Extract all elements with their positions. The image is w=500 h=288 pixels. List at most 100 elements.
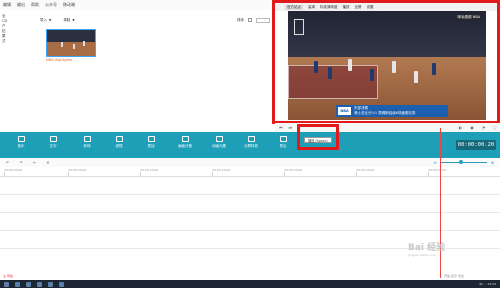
tool-filter[interactable]: 滤镜 [104,136,134,149]
thumbnail-player [73,44,75,49]
cut-icon[interactable]: ✂ [33,160,36,165]
preview-controls-right: ◐ ◉ ◔ ⛶ [459,125,496,130]
split-screen-icon [181,136,189,142]
import-label: 导入 [40,17,47,22]
start-icon[interactable] [4,281,9,287]
export-icon [279,136,287,142]
fullscreen-icon[interactable]: ⛶ [493,125,496,130]
os-taskbar: 中 ⋯ 13:20 [0,280,500,288]
menu-bar: 编辑 输出 帮助 公众号 移动端 [0,0,270,10]
tool-label: 叠加 [147,144,155,148]
menu-edit[interactable]: 编辑 [3,2,11,8]
effect-icon [247,136,255,142]
redo-icon[interactable]: ↷ [19,160,22,165]
text-icon [49,136,57,142]
edit-toolbar: 音乐 文字 转场 滤镜 叠加 画面分割 动画元素 分屏特效 导出 [0,132,500,158]
zoom-slider-knob[interactable] [458,160,463,164]
preview-highlight-frame [272,0,500,124]
ruler-tick: 00:00:15.00 [212,168,231,176]
prev-frame-icon[interactable]: ⏮ [279,125,283,130]
tool-label: 导出 [279,144,287,148]
thumbnail-name: NBA Highlights [46,58,73,62]
zoom-controls: ⊖ ⊕ [433,160,500,165]
timeline-track[interactable] [0,177,500,195]
filter-icon [115,136,123,142]
timeline-track[interactable] [0,195,500,213]
watermark-url: jingyan.baidu.com [408,253,436,257]
watermark-brand: Bai 经验 [408,243,446,253]
thumbnail-player [61,42,63,47]
media-toolbar: 导入 ▼ 录制 ▼ 排序 [40,16,270,24]
media-thumbnail[interactable] [46,29,96,57]
ruler-tick: 00:00:05.00 [68,168,87,176]
menu-help[interactable]: 帮助 [31,2,39,8]
volume-icon[interactable]: ◔ [482,125,486,130]
ruler-tick: 00:00:30.00 [428,168,447,176]
media-toolbar-right: 排序 [237,17,270,23]
overlay-icon [147,136,155,142]
menu-output[interactable]: 输出 [17,2,25,8]
mic-icon[interactable]: ◐ [459,125,463,130]
thumbnail-crowd [47,30,95,42]
import-dropdown[interactable]: 导入 ▼ [40,18,51,23]
timecode-display: 00:00:00.20 [456,140,496,150]
menu-official-account[interactable]: 公众号 [45,2,57,8]
media-sidebar: 全 CD 户 贴 果 式 [0,14,14,54]
ruler-tick: 00:00:25.00 [356,168,375,176]
tool-label: 画面分割 [178,144,192,148]
tool-effect[interactable]: 分屏特效 [236,136,266,149]
tool-music[interactable]: 音乐 [6,136,36,149]
next-frame-icon[interactable]: ⏭ [289,125,293,130]
music-icon [17,136,25,142]
undo-icon[interactable]: ↶ [6,160,9,165]
tool-overlay[interactable]: 叠加 [136,136,166,149]
zoom-slider[interactable] [440,160,487,164]
tool-export[interactable]: 导出 [268,136,298,149]
timeline-toolbar: ↶ ↷ ✂ ✕ ⊖ ⊕ [0,158,500,167]
taskbar-app-icon[interactable] [37,281,42,287]
tool-label: 动画元素 [212,144,226,148]
record-label: 录制 [63,17,71,22]
tool-split-screen[interactable]: 画面分割 [170,136,200,149]
record-dropdown[interactable]: 录制 ▼ [63,18,74,23]
timeline-ruler[interactable]: 00:00:00.00 00:00:05.00 00:00:10.00 00:0… [0,167,500,177]
tool-label: 滤镜 [115,144,123,148]
thumbnail-player [83,41,85,46]
tool-label: 转场 [83,144,91,148]
taskbar-app-icon[interactable] [26,281,31,287]
timeline-track[interactable] [0,213,500,231]
transition-icon [83,136,91,142]
tool-animation[interactable]: 动画元素 [204,136,234,149]
play-button-highlight [297,124,339,150]
ruler-tick: 00:00:00.00 [4,168,23,176]
tool-label: 文字 [49,144,57,148]
taskbar-app-icon[interactable] [59,281,64,287]
tool-transition[interactable]: 转场 [72,136,102,149]
taskbar-app-icon[interactable] [48,281,53,287]
zoom-out-icon[interactable]: ⊖ [433,160,436,165]
chevron-down-icon: ▼ [49,17,52,22]
ruler-tick: 00:00:10.00 [140,168,159,176]
animation-icon [215,136,223,142]
sidebar-item[interactable]: 式 [0,39,14,44]
app-window: 编辑 输出 帮助 公众号 移动端 全 CD 户 贴 果 式 导入 ▼ 录制 ▼ 排序… [0,0,500,288]
status-bar: 注 网络 开启 显示 导出 [0,272,500,280]
system-tray: 中 ⋯ 13:20 [479,282,496,286]
sort-label: 排序 [237,17,244,22]
tool-label: 分屏特效 [244,144,258,148]
grid-view-icon[interactable] [248,18,252,22]
tool-label: 音乐 [17,144,25,148]
chevron-down-icon: ▼ [72,17,75,22]
snapshot-icon[interactable]: ◉ [470,125,474,130]
taskbar-app-icon[interactable] [15,281,20,287]
media-search-input[interactable] [256,17,270,23]
zoom-in-icon[interactable]: ⊕ [491,160,494,165]
tool-text[interactable]: 文字 [38,136,68,149]
watermark: Bai 经验 jingyan.baidu.com [408,240,500,272]
thumbnail-court [47,42,95,56]
delete-icon[interactable]: ✕ [46,160,49,165]
menu-mobile[interactable]: 移动端 [63,2,75,8]
status-right: 开启 显示 导出 [444,274,464,278]
status-left: 注 网络 [3,274,13,278]
ruler-tick: 00:00:20.00 [284,168,303,176]
